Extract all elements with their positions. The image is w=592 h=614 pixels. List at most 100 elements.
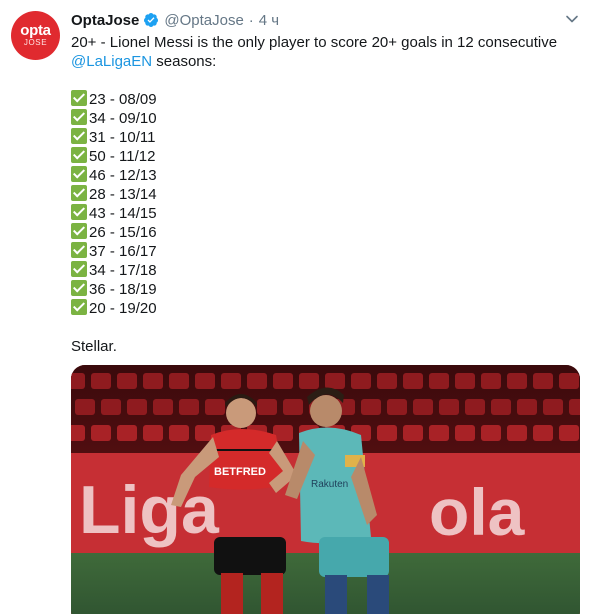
season-line: 43 - 14/15 <box>71 204 576 223</box>
stadium-seat <box>403 373 423 389</box>
stadium-seat <box>127 399 147 415</box>
season-line: 37 - 16/17 <box>71 242 576 261</box>
check-mark-button-icon <box>71 109 87 125</box>
stadium-seat <box>533 373 553 389</box>
stadium-seat <box>91 425 111 441</box>
stadium-seat <box>205 399 225 415</box>
mention-link[interactable]: @LaLigaEN <box>71 53 152 70</box>
stadium-seat <box>195 373 215 389</box>
season-text: 50 - 11/12 <box>89 148 156 165</box>
stadium-seat <box>543 399 563 415</box>
stadium-seat <box>517 399 537 415</box>
stadium-seat <box>153 399 173 415</box>
season-text: 46 - 12/13 <box>89 167 157 184</box>
stadium-seat <box>299 373 319 389</box>
stadium-seat <box>481 373 501 389</box>
stadium-seat <box>169 425 189 441</box>
season-line: 23 - 08/09 <box>71 90 576 109</box>
tweet-header: OptaJose @OptaJose · 4 ч <box>71 11 279 29</box>
stadium-seat <box>403 425 423 441</box>
tweet: opta JOSE OptaJose @OptaJose · 4 ч 20+ -… <box>0 0 592 614</box>
tweet-timestamp[interactable]: 4 ч <box>259 12 279 29</box>
stadium-seat <box>533 425 553 441</box>
season-line: 28 - 13/14 <box>71 185 576 204</box>
stadium-seat <box>429 373 449 389</box>
stadium-seat <box>247 373 267 389</box>
season-text: 34 - 09/10 <box>89 110 157 127</box>
board-text-right: ola <box>429 475 526 549</box>
check-mark-button-icon <box>71 223 87 239</box>
stadium-seat <box>361 399 381 415</box>
stadium-seat <box>71 425 85 441</box>
tweet-media-photo[interactable]: Liga ola BETFRED Rakuten <box>71 365 580 614</box>
check-mark-button-icon <box>71 185 87 201</box>
author-handle[interactable]: @OptaJose <box>164 12 243 29</box>
tweet-intro-line: 20+ - Lionel Messi is the only player to… <box>71 34 558 51</box>
stadium-seat <box>413 399 433 415</box>
stadium-seat <box>429 425 449 441</box>
check-mark-button-icon <box>71 166 87 182</box>
stadium-seat <box>257 399 277 415</box>
stadium-seat <box>351 373 371 389</box>
season-text: 20 - 19/20 <box>89 300 157 317</box>
stadium-seat <box>507 425 527 441</box>
stadium-seat <box>283 399 303 415</box>
tweet-text: 20+ - Lionel Messi is the only player to… <box>71 33 576 356</box>
stadium-seat <box>143 425 163 441</box>
stadium-seat <box>273 373 293 389</box>
avatar[interactable]: opta JOSE <box>11 11 60 60</box>
stadium-seat <box>465 399 485 415</box>
author-name[interactable]: OptaJose <box>71 12 139 29</box>
season-text: 37 - 16/17 <box>89 243 157 260</box>
shirt-brand-text: Rakuten <box>311 479 348 490</box>
season-text: 31 - 10/11 <box>89 129 156 146</box>
stadium-seat <box>455 373 475 389</box>
stadium-seat <box>143 373 163 389</box>
season-line: 34 - 09/10 <box>71 109 576 128</box>
verified-badge-icon <box>144 13 159 27</box>
stadium-seat <box>387 399 407 415</box>
chevron-down-icon[interactable] <box>565 12 579 26</box>
stadium-seat <box>507 373 527 389</box>
stadium-seat <box>91 373 111 389</box>
stadium-seat <box>325 373 345 389</box>
season-line: 31 - 10/11 <box>71 128 576 147</box>
stadium-seat <box>439 399 459 415</box>
season-line: 46 - 12/13 <box>71 166 576 185</box>
tweet-intro-line-2: @LaLigaEN seasons: <box>71 52 576 71</box>
stadium-seat <box>559 425 579 441</box>
season-line: 50 - 11/12 <box>71 147 576 166</box>
stadium-seat <box>75 399 95 415</box>
season-text: 36 - 18/19 <box>89 281 157 298</box>
check-mark-button-icon <box>71 280 87 296</box>
avatar-logo-text: opta <box>20 22 51 39</box>
check-mark-button-icon <box>71 242 87 258</box>
stadium-seat <box>559 373 579 389</box>
season-line: 34 - 17/18 <box>71 261 576 280</box>
stadium-seat <box>491 399 511 415</box>
season-text: 43 - 14/15 <box>89 205 157 222</box>
season-line: 20 - 19/20 <box>71 299 576 318</box>
season-text: 28 - 13/14 <box>89 186 157 203</box>
stadium-seat <box>481 425 501 441</box>
check-mark-button-icon <box>71 204 87 220</box>
check-mark-button-icon <box>71 299 87 315</box>
stadium-seat <box>455 425 475 441</box>
closing-text: Stellar. <box>71 338 117 355</box>
avatar-logo-subtext: JOSE <box>23 38 48 47</box>
check-mark-button-icon <box>71 128 87 144</box>
stadium-seat <box>569 399 580 415</box>
board-text-left: Liga <box>79 472 220 548</box>
season-line: 36 - 18/19 <box>71 280 576 299</box>
season-line: 26 - 15/16 <box>71 223 576 242</box>
sponsor-text: BETFRED <box>214 466 266 478</box>
season-text: 23 - 08/09 <box>89 91 157 108</box>
stadium-seat <box>377 373 397 389</box>
stadium-seat <box>221 373 241 389</box>
stadium-seat <box>117 373 137 389</box>
stadium-seat <box>179 399 199 415</box>
check-mark-button-icon <box>71 261 87 277</box>
stadium-seat <box>377 425 397 441</box>
season-text: 34 - 17/18 <box>89 262 157 279</box>
